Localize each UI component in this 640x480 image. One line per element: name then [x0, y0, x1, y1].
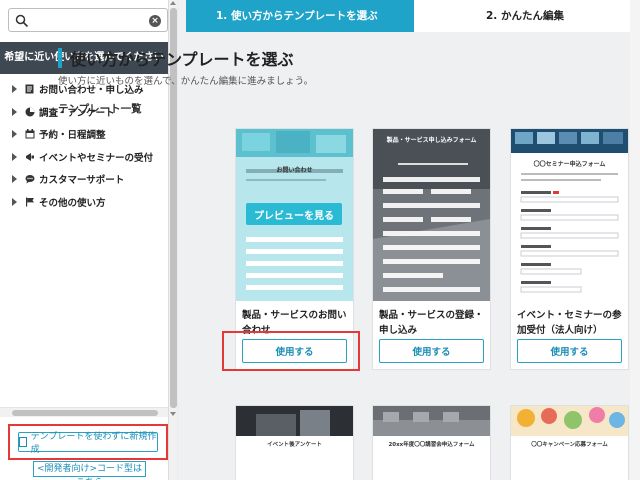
scroll-up-icon[interactable] [170, 1, 176, 5]
pie-chart-icon [24, 106, 35, 117]
chat-icon [24, 174, 35, 185]
expand-arrow-icon [12, 175, 17, 184]
thumbnail-form-title: 〇〇セミナー申込フォーム [533, 161, 606, 168]
template-card-seminar[interactable]: 〇〇セミナー申込フォーム イベント・セミナーの参加受付（法人向け） 使用する [511, 129, 628, 369]
thumbnail-form-title: イベント後アンケート [267, 442, 322, 448]
template-thumbnail[interactable]: 〇〇セミナー申込フォーム [511, 129, 628, 301]
thumbnail-form-title: 製品・サービス申し込みフォーム [386, 137, 477, 144]
template-thumbnail[interactable]: お問い合わせ プレビューを見る [236, 129, 353, 301]
template-name: イベント・セミナーの参加受付（法人向け） [517, 310, 622, 336]
template-card-course-registration[interactable]: 20xx年度〇〇講習会申込フォーム [373, 406, 490, 480]
sidebar: × 希望に近い使い方を選んでください お問い合わせ・申し込み 調査・アンケート … [0, 0, 177, 480]
use-template-button[interactable]: 使用する [379, 339, 484, 363]
sidebar-scrollbar[interactable] [168, 0, 177, 480]
template-list-heading: テンプレート一覧 [58, 103, 142, 115]
expand-arrow-icon [12, 107, 17, 116]
calendar-icon [24, 129, 35, 140]
scroll-down-icon[interactable] [170, 412, 176, 416]
search-icon [15, 14, 29, 28]
create-blank-label: テンプレートを使わずに新規作成 [30, 432, 157, 455]
seminar-thumbnail-graphic [511, 129, 628, 293]
category-label: 予約・日程調整 [39, 130, 106, 142]
step-2: 2. かんたん編集 [414, 0, 638, 32]
category-label: イベントやセミナーの受付 [39, 152, 154, 164]
page-title: 使い方からテンプレートを選ぶ [70, 50, 294, 69]
category-label: カスタマーサポート [39, 175, 125, 187]
campaign-thumbnail-graphic [511, 406, 628, 436]
megaphone-icon [24, 151, 35, 162]
preview-button[interactable]: プレビューを見る [246, 203, 342, 225]
create-blank-form-button[interactable]: テンプレートを使わずに新規作成 [18, 432, 158, 455]
expand-arrow-icon [12, 152, 17, 161]
category-item-event[interactable]: イベントやセミナーの受付 [0, 146, 168, 169]
highlight-box [222, 331, 360, 371]
expand-arrow-icon [12, 130, 17, 139]
document-icon [19, 437, 27, 447]
step-1-active: 1. 使い方からテンプレートを選ぶ [186, 0, 428, 32]
search-box[interactable]: × [8, 8, 168, 32]
expand-arrow-icon [12, 85, 17, 94]
clear-search-icon[interactable]: × [149, 15, 161, 27]
scrollbar-thumb[interactable] [12, 410, 158, 416]
category-label: その他の使い方 [39, 197, 106, 209]
registration-thumbnail-graphic [373, 129, 490, 301]
thumbnail-form-title: 20xx年度〇〇講習会申込フォーム [388, 442, 475, 448]
category-item-other[interactable]: その他の使い方 [0, 191, 168, 214]
expand-arrow-icon [12, 197, 17, 206]
page-subtitle: 使い方に近いものを選んで、かんたん編集に進みましょう。 [58, 76, 314, 87]
main-scrollbar[interactable] [630, 0, 640, 480]
template-card-event-survey[interactable]: イベント後アンケート [236, 406, 353, 480]
template-thumbnail[interactable]: 製品・サービス申し込みフォーム [373, 129, 490, 301]
event-survey-thumbnail-graphic [236, 406, 353, 436]
template-card-registration[interactable]: 製品・サービス申し込みフォーム 製品・サービスの登録・申し込み 使用する [373, 129, 490, 369]
document-icon [24, 84, 35, 95]
thumbnail-form-title: 〇〇キャンペーン応募フォーム [531, 442, 608, 448]
course-registration-thumbnail-graphic [373, 406, 490, 436]
template-name: 製品・サービスの登録・申し込み [379, 310, 484, 336]
step-indicator: 1. 使い方からテンプレートを選ぶ 2. かんたん編集 [186, 0, 638, 32]
horizontal-scrollbar[interactable] [0, 407, 168, 417]
category-menu: お問い合わせ・申し込み 調査・アンケート 予約・日程調整 イベントやセミナーの受… [0, 78, 168, 213]
title-accent-bar [58, 48, 62, 68]
template-card-campaign[interactable]: 〇〇キャンペーン応募フォーム [511, 406, 628, 480]
search-input[interactable] [33, 12, 143, 28]
category-item-support[interactable]: カスタマーサポート [0, 168, 168, 191]
developer-code-link[interactable]: <開発者向け>コード型はこちら [33, 461, 146, 480]
use-template-button[interactable]: 使用する [517, 339, 622, 363]
flag-icon [24, 196, 35, 207]
thumbnail-form-title: お問い合わせ [276, 167, 313, 174]
category-item-reservation[interactable]: 予約・日程調整 [0, 123, 168, 146]
